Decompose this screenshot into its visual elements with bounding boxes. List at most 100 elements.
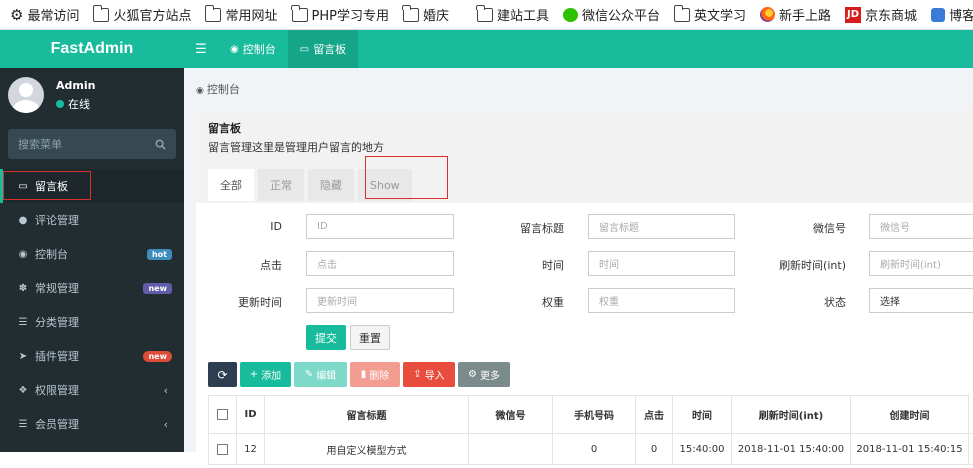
bookmark-folder[interactable]: 建站工具: [476, 4, 549, 24]
page-description: 留言管理这里是管理用户留言的地方: [208, 141, 384, 154]
id-input[interactable]: ID: [306, 214, 454, 239]
cogs-icon: ✽: [18, 282, 28, 294]
sidebar-item-category[interactable]: ☰ 分类管理: [0, 305, 184, 339]
select-all-checkbox[interactable]: [217, 409, 228, 420]
avatar: [8, 77, 44, 113]
folder-icon: [673, 4, 691, 22]
tab-guestbook[interactable]: ▭ 留言板: [287, 30, 359, 68]
chevron-left-icon: ‹: [163, 383, 168, 397]
row-checkbox[interactable]: [217, 443, 228, 455]
chevron-left-icon: ‹: [163, 417, 168, 431]
col-header-clicks[interactable]: 点击: [636, 395, 673, 433]
bookmark-firefox[interactable]: 新手上路: [760, 5, 831, 24]
top-navbar: ☰ ◉ 控制台 ▭ 留言板: [184, 30, 973, 68]
app-logo[interactable]: FastAdmin: [0, 30, 184, 68]
menu-toggle-icon[interactable]: ☰: [184, 30, 218, 68]
bookmark-jd[interactable]: JD 京东商城: [845, 5, 917, 24]
cnblogs-icon: [931, 7, 946, 22]
tab-normal[interactable]: 正常: [258, 169, 304, 201]
sidebar-item-members[interactable]: ☰ 会员管理 ‹: [0, 407, 184, 441]
wechat-icon: [563, 7, 578, 22]
wechat-input[interactable]: 微信号: [869, 214, 973, 239]
edit-button[interactable]: ✎ 编辑: [294, 362, 347, 387]
col-header-mobile[interactable]: 手机号码: [553, 395, 636, 433]
col-header-title[interactable]: 留言标题: [265, 395, 469, 433]
new-badge: new: [143, 282, 172, 294]
sidebar-highlight-box: [3, 171, 91, 200]
bookmark-cnblogs[interactable]: 博客园_Cch.: [931, 5, 973, 24]
user-name: Admin: [56, 79, 96, 92]
bookmark-folder[interactable]: PHP学习专用: [291, 4, 389, 24]
tab-highlight-box: [365, 156, 448, 199]
rocket-icon: ➤: [18, 350, 28, 362]
sidebar-item-comments[interactable]: ● 评论管理: [0, 203, 184, 237]
tab-dashboard[interactable]: ◉ 控制台: [218, 30, 288, 68]
sidebar-search-input[interactable]: 搜索菜单: [8, 129, 176, 159]
breadcrumb: ◉ 控制台: [196, 83, 240, 96]
delete-button[interactable]: ▮ 删除: [350, 362, 400, 387]
folder-icon: [291, 4, 308, 22]
reset-button[interactable]: 重置: [350, 325, 390, 350]
bookmark-folder[interactable]: 常用网址: [204, 4, 278, 24]
field-label-time: 时间: [542, 259, 564, 272]
sidebar-item-auth[interactable]: ❖ 权限管理 ‹: [0, 373, 184, 407]
bookmarks-bar: ⚙ 最常访问 火狐官方站点 常用网址 PHP学习专用 婚庆 建站工具 微信公众平台…: [0, 0, 973, 30]
refresh-icon: ⟳: [217, 367, 228, 382]
cell-createtime: 2018-11-01 15:40:15: [851, 434, 969, 464]
plus-icon: +: [249, 369, 259, 380]
field-label-weight: 权重: [542, 296, 564, 309]
bookmark-folder[interactable]: 英文学习: [673, 4, 746, 24]
dashboard-icon: ◉: [196, 86, 204, 96]
col-header-wechat[interactable]: 微信号: [469, 395, 553, 433]
table-header-row: ID 留言标题 微信号 手机号码 点击 时间 刷新时间(int) 创建时间: [208, 395, 973, 434]
cell-title: 用自定义模型方式: [265, 434, 469, 464]
list-icon: ☰: [18, 418, 28, 430]
gear-icon: ⚙: [10, 5, 24, 24]
col-header-refreshtime[interactable]: 刷新时间(int): [732, 395, 851, 433]
bookmark-folder[interactable]: 婚庆: [402, 4, 449, 24]
bookmark-most-visited[interactable]: ⚙ 最常访问: [10, 5, 79, 24]
sidebar-item-general[interactable]: ✽ 常规管理 new: [0, 271, 184, 305]
group-icon: ❖: [18, 384, 28, 396]
online-dot-icon: [56, 100, 64, 108]
new-badge: new: [143, 350, 172, 362]
search-icon[interactable]: [155, 139, 166, 150]
bookmark-wechat[interactable]: 微信公众平台: [563, 5, 660, 24]
sidebar: FastAdmin Admin 在线 搜索菜单 ▭ 留言板 ● 评论管理 ◉ 控制台 h…: [0, 30, 184, 452]
page-title: 留言板: [208, 122, 241, 135]
weight-input[interactable]: 权重: [588, 288, 735, 313]
gear-icon: ⚙: [468, 369, 477, 380]
select-all-checkbox-cell: [208, 395, 237, 433]
field-label-title: 留言标题: [520, 222, 564, 235]
more-button[interactable]: ⚙ 更多: [458, 362, 510, 387]
pencil-icon: ✎: [304, 369, 314, 380]
list-icon: ☰: [18, 316, 28, 328]
folder-icon: [402, 4, 419, 22]
list-alt-icon: ▭: [299, 43, 310, 55]
import-button[interactable]: ⇪ 导入: [403, 362, 455, 387]
panel-heading: 留言板 留言管理这里是管理用户留言的地方 全部 正常 隐藏 Show: [196, 108, 973, 203]
cell-refreshtime: 2018-11-01 15:40:00: [732, 434, 851, 464]
updatetime-input[interactable]: 更新时间: [306, 288, 454, 313]
table-row[interactable]: 12 用自定义模型方式 0 0 15:40:00 2018-11-01 15:4…: [208, 434, 973, 465]
sidebar-item-dashboard[interactable]: ◉ 控制台 hot: [0, 237, 184, 271]
status-select[interactable]: 选择: [869, 288, 973, 313]
refreshtime-input[interactable]: 刷新时间(int): [869, 251, 973, 276]
col-header-time[interactable]: 时间: [673, 395, 732, 433]
tab-all[interactable]: 全部: [208, 169, 254, 201]
time-input[interactable]: 时间: [588, 251, 735, 276]
add-button[interactable]: + 添加: [240, 362, 291, 387]
sidebar-nav: ▭ 留言板 ● 评论管理 ◉ 控制台 hot ✽ 常规管理 new ☰ 分类管理 ➤ 插件管理 n…: [0, 169, 184, 441]
clicks-input[interactable]: 点击: [306, 251, 454, 276]
tab-hidden[interactable]: 隐藏: [308, 169, 354, 201]
col-header-createtime[interactable]: 创建时间: [851, 395, 969, 433]
folder-icon: [92, 4, 110, 22]
refresh-button[interactable]: ⟳: [208, 362, 237, 387]
sidebar-item-addons[interactable]: ➤ 插件管理 new: [0, 339, 184, 373]
bookmark-folder[interactable]: 火狐官方站点: [92, 4, 191, 24]
jd-icon: JD: [845, 6, 862, 23]
col-header-id[interactable]: ID: [237, 395, 265, 433]
submit-button[interactable]: 提交: [306, 325, 346, 350]
title-input[interactable]: 留言标题: [588, 214, 735, 239]
folder-icon: [204, 4, 222, 22]
